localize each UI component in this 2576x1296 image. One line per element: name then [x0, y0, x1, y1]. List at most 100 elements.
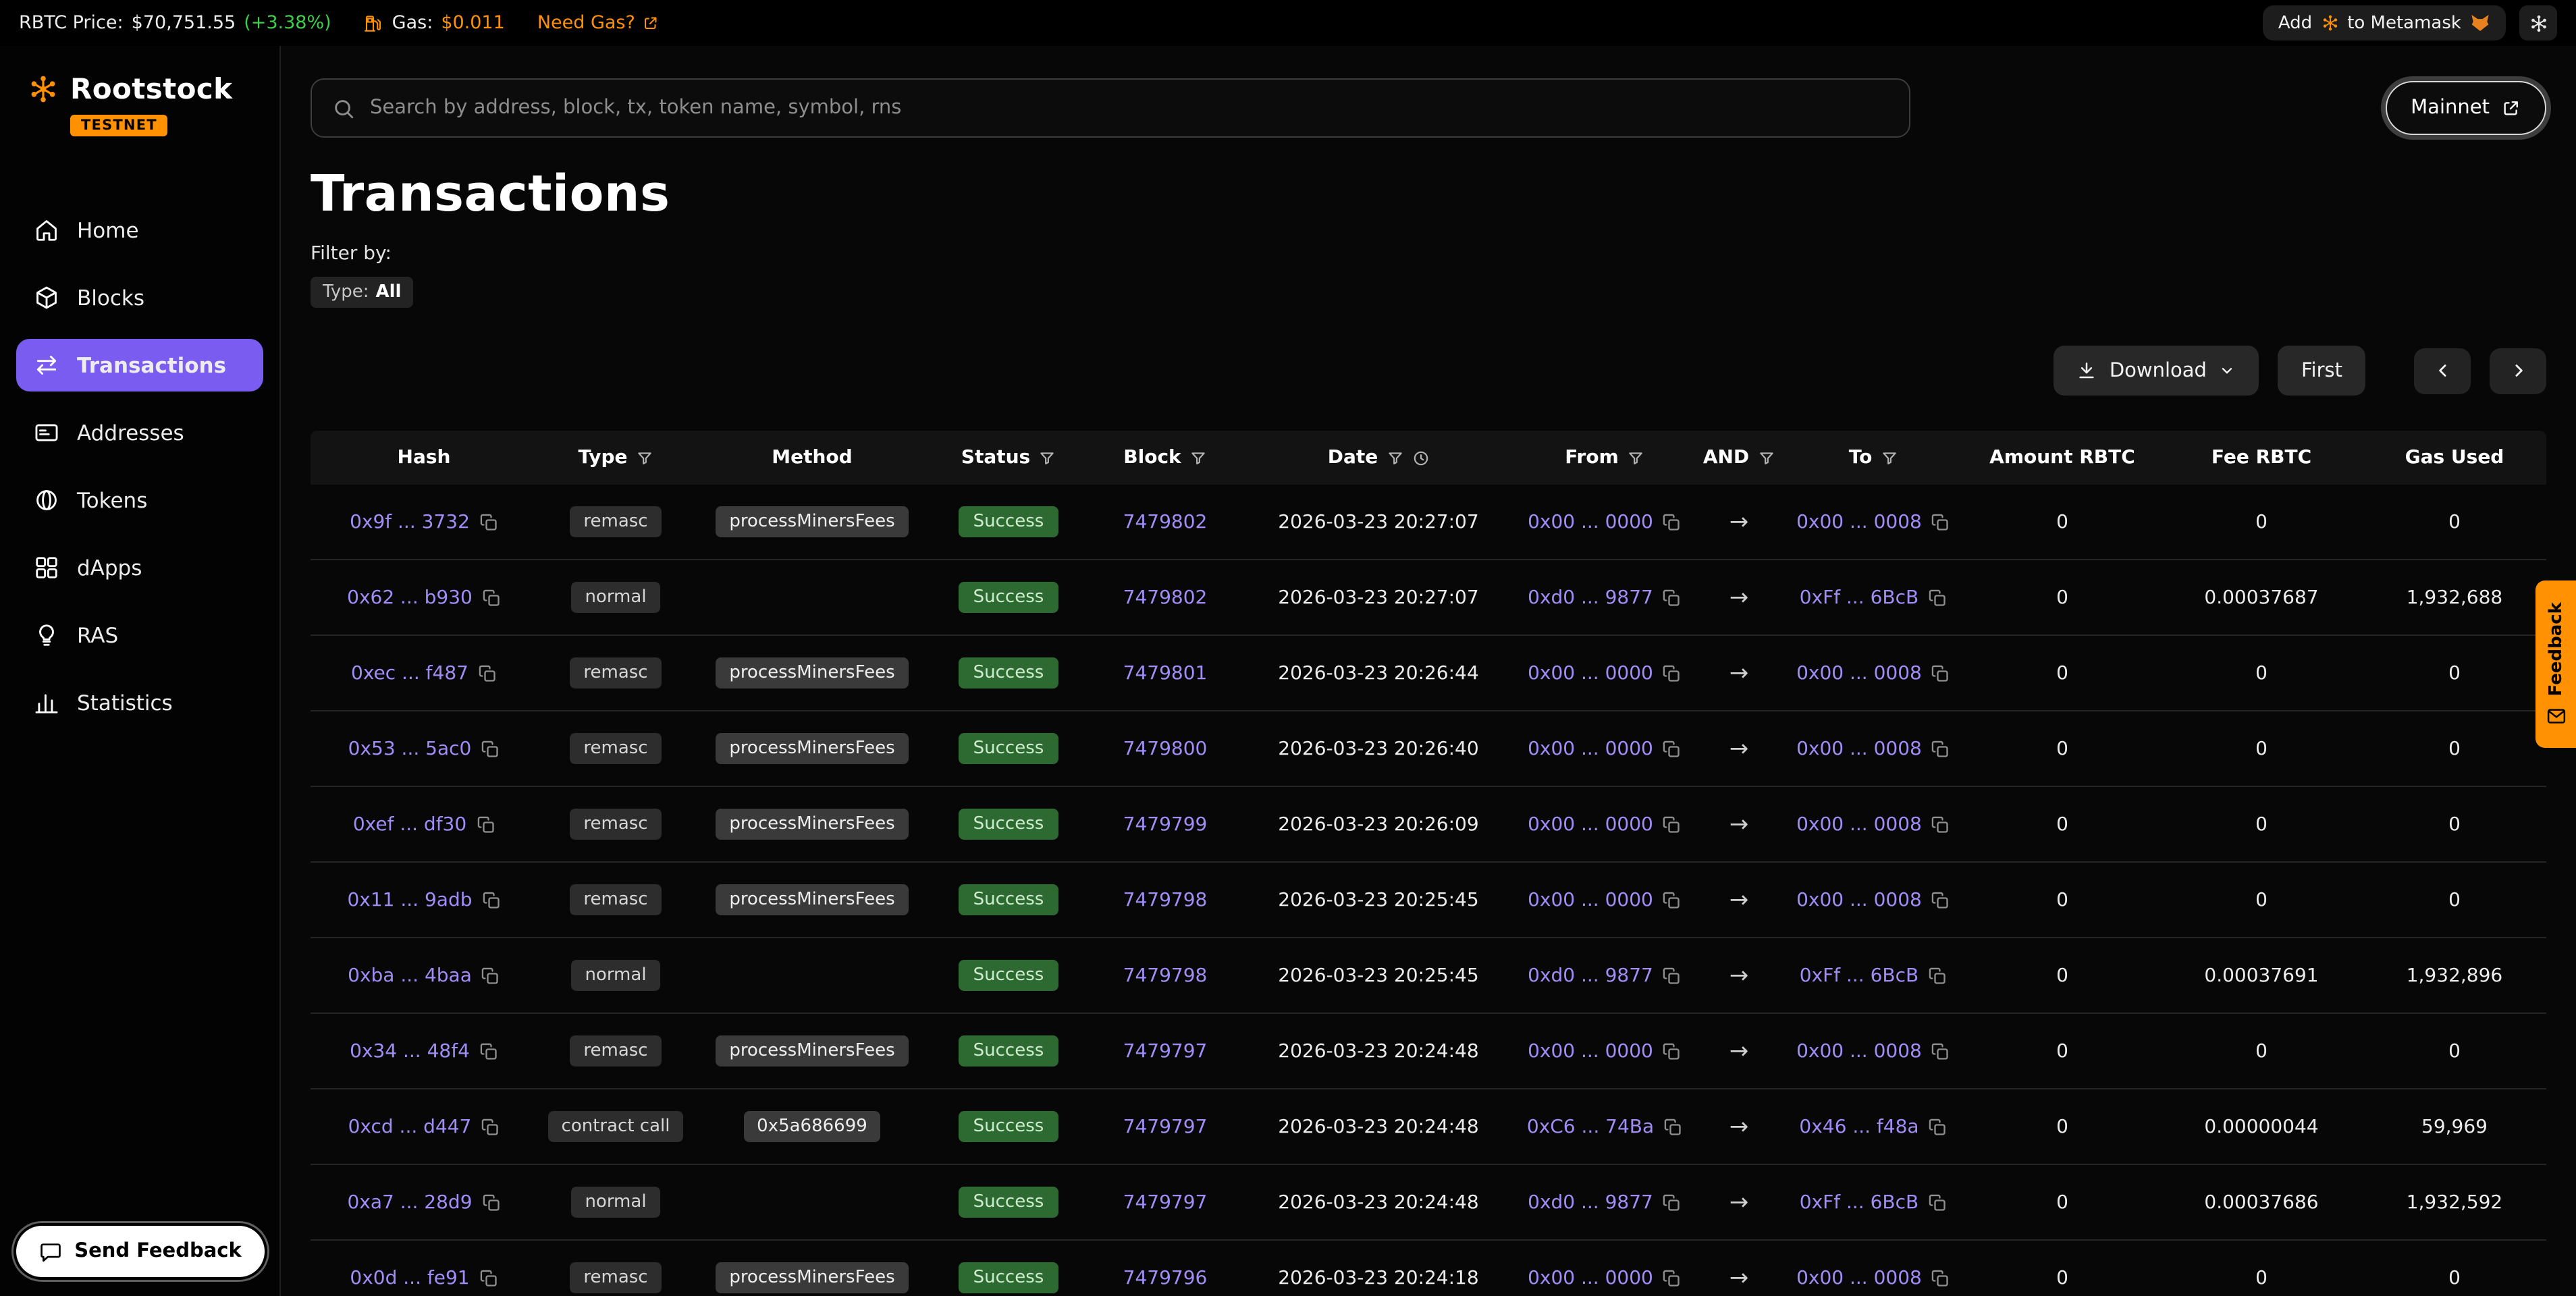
tx-hash-link[interactable]: 0xef ... df30: [353, 813, 466, 835]
copy-icon[interactable]: [482, 1193, 501, 1212]
tx-hash-link[interactable]: 0x62 ... b930: [347, 587, 473, 608]
copy-icon[interactable]: [1931, 1268, 1950, 1287]
block-link[interactable]: 7479797: [1123, 1191, 1208, 1213]
copy-icon[interactable]: [479, 512, 498, 531]
mainnet-button[interactable]: Mainnet: [2385, 81, 2546, 135]
copy-icon[interactable]: [476, 815, 495, 834]
copy-icon[interactable]: [1663, 588, 1682, 607]
block-link[interactable]: 7479802: [1123, 511, 1208, 533]
copy-icon[interactable]: [1663, 1268, 1682, 1287]
copy-icon[interactable]: [481, 739, 500, 758]
type-filter-chip[interactable]: Type: All: [311, 277, 413, 308]
from-address-link[interactable]: 0xd0 ... 9877: [1528, 965, 1653, 986]
from-address-link[interactable]: 0xd0 ... 9877: [1528, 1191, 1653, 1213]
from-address-link[interactable]: 0x00 ... 0000: [1528, 889, 1653, 911]
to-address-link[interactable]: 0xFf ... 6BcB: [1800, 1191, 1919, 1213]
copy-icon[interactable]: [1931, 512, 1950, 531]
filter-icon[interactable]: [1880, 449, 1898, 466]
sidebar-item-addresses[interactable]: Addresses: [16, 406, 263, 459]
copy-icon[interactable]: [1663, 890, 1682, 909]
add-to-metamask-button[interactable]: Add to Metamask: [2263, 5, 2506, 40]
next-page-button[interactable]: [2490, 348, 2546, 394]
copy-icon[interactable]: [1928, 588, 1947, 607]
copy-icon[interactable]: [1663, 1193, 1682, 1212]
sidebar-item-transactions[interactable]: Transactions: [16, 339, 263, 392]
copy-icon[interactable]: [1663, 1042, 1682, 1060]
logo[interactable]: Rootstock: [16, 73, 263, 105]
copy-icon[interactable]: [1663, 664, 1682, 682]
search-input[interactable]: [370, 97, 1889, 119]
sidebar-item-blocks[interactable]: Blocks: [16, 271, 263, 324]
sidebar-item-tokens[interactable]: Tokens: [16, 474, 263, 526]
copy-icon[interactable]: [479, 1042, 498, 1060]
filter-icon[interactable]: [1757, 449, 1775, 466]
filter-icon[interactable]: [1627, 449, 1644, 466]
from-address-link[interactable]: 0xd0 ... 9877: [1528, 587, 1653, 608]
copy-icon[interactable]: [1663, 815, 1682, 834]
copy-icon[interactable]: [1663, 512, 1682, 531]
from-address-link[interactable]: 0x00 ... 0000: [1528, 813, 1653, 835]
tx-hash-link[interactable]: 0x0d ... fe91: [350, 1267, 469, 1289]
to-address-link[interactable]: 0xFf ... 6BcB: [1800, 965, 1919, 986]
to-address-link[interactable]: 0x46 ... f48a: [1799, 1116, 1918, 1137]
block-link[interactable]: 7479799: [1123, 813, 1208, 835]
feedback-tab[interactable]: Feedback: [2535, 580, 2576, 748]
from-address-link[interactable]: 0x00 ... 0000: [1528, 1040, 1653, 1062]
snowflake-button[interactable]: [2519, 5, 2557, 40]
to-address-link[interactable]: 0x00 ... 0008: [1796, 511, 1922, 533]
first-page-button[interactable]: First: [2278, 346, 2365, 396]
from-address-link[interactable]: 0x00 ... 0000: [1528, 662, 1653, 684]
download-button[interactable]: Download: [2054, 346, 2259, 396]
copy-icon[interactable]: [1663, 739, 1682, 758]
tx-hash-link[interactable]: 0x11 ... 9adb: [347, 889, 472, 911]
copy-icon[interactable]: [1931, 664, 1950, 682]
to-address-link[interactable]: 0x00 ... 0008: [1796, 1040, 1922, 1062]
block-link[interactable]: 7479797: [1123, 1116, 1208, 1137]
copy-icon[interactable]: [478, 664, 497, 682]
block-link[interactable]: 7479802: [1123, 587, 1208, 608]
from-address-link[interactable]: 0x00 ... 0000: [1528, 511, 1653, 533]
copy-icon[interactable]: [481, 1117, 500, 1136]
copy-icon[interactable]: [1928, 1193, 1947, 1212]
tx-hash-link[interactable]: 0xcd ... d447: [348, 1116, 472, 1137]
sidebar-item-dapps[interactable]: dApps: [16, 541, 263, 594]
need-gas-link[interactable]: Need Gas?: [537, 12, 660, 34]
copy-icon[interactable]: [1931, 815, 1950, 834]
send-feedback-button[interactable]: Send Feedback: [16, 1226, 265, 1277]
copy-icon[interactable]: [479, 1268, 498, 1287]
from-address-link[interactable]: 0x00 ... 0000: [1528, 1267, 1653, 1289]
copy-icon[interactable]: [1931, 890, 1950, 909]
filter-icon[interactable]: [1038, 449, 1056, 466]
block-link[interactable]: 7479798: [1123, 889, 1208, 911]
to-address-link[interactable]: 0x00 ... 0008: [1796, 662, 1922, 684]
from-address-link[interactable]: 0xC6 ... 74Ba: [1527, 1116, 1654, 1137]
block-link[interactable]: 7479801: [1123, 662, 1208, 684]
to-address-link[interactable]: 0x00 ... 0008: [1796, 813, 1922, 835]
to-address-link[interactable]: 0x00 ... 0008: [1796, 1267, 1922, 1289]
to-address-link[interactable]: 0x00 ... 0008: [1796, 889, 1922, 911]
copy-icon[interactable]: [482, 890, 501, 909]
copy-icon[interactable]: [1663, 1117, 1682, 1136]
tx-hash-link[interactable]: 0xec ... f487: [351, 662, 468, 684]
copy-icon[interactable]: [481, 966, 500, 985]
tx-hash-link[interactable]: 0xba ... 4baa: [348, 965, 472, 986]
sidebar-item-statistics[interactable]: Statistics: [16, 676, 263, 729]
tx-hash-link[interactable]: 0x53 ... 5ac0: [348, 738, 472, 759]
copy-icon[interactable]: [1663, 966, 1682, 985]
filter-icon[interactable]: [636, 449, 653, 466]
to-address-link[interactable]: 0xFf ... 6BcB: [1800, 587, 1919, 608]
filter-icon[interactable]: [1386, 449, 1403, 466]
copy-icon[interactable]: [1931, 739, 1950, 758]
filter-icon[interactable]: [1189, 449, 1207, 466]
to-address-link[interactable]: 0x00 ... 0008: [1796, 738, 1922, 759]
block-link[interactable]: 7479798: [1123, 965, 1208, 986]
tx-hash-link[interactable]: 0x9f ... 3732: [350, 511, 470, 533]
prev-page-button[interactable]: [2414, 348, 2471, 394]
copy-icon[interactable]: [1931, 1042, 1950, 1060]
from-address-link[interactable]: 0x00 ... 0000: [1528, 738, 1653, 759]
tx-hash-link[interactable]: 0x34 ... 48f4: [350, 1040, 470, 1062]
sidebar-item-ras[interactable]: RAS: [16, 609, 263, 662]
block-link[interactable]: 7479800: [1123, 738, 1208, 759]
block-link[interactable]: 7479796: [1123, 1267, 1208, 1289]
copy-icon[interactable]: [482, 588, 501, 607]
